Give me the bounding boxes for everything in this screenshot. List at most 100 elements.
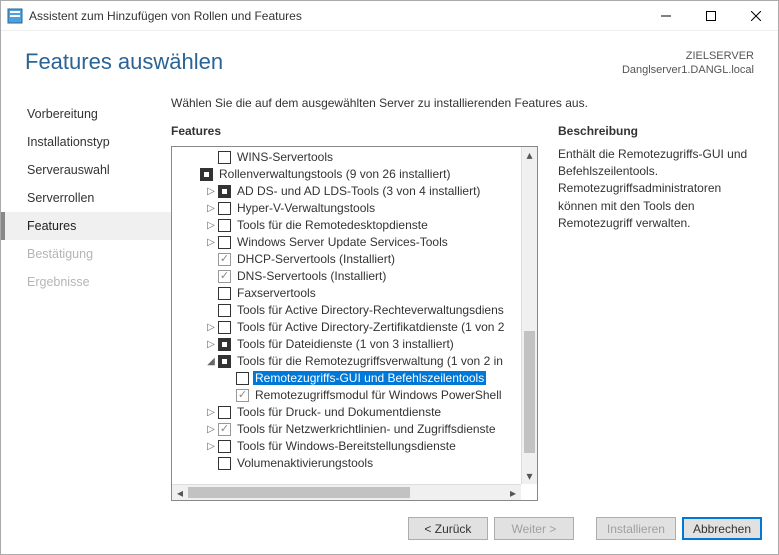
checkbox[interactable] <box>218 287 231 300</box>
tree-row[interactable]: ▷ Windows Server Update Services-Tools <box>176 234 521 251</box>
tree-label[interactable]: Tools für Active Directory-Rechteverwalt… <box>235 303 506 317</box>
nav-item-serverauswahl[interactable]: Serverauswahl <box>1 156 171 184</box>
chevron-right-icon[interactable]: ▷ <box>204 441 218 452</box>
checkbox[interactable] <box>218 219 231 232</box>
tree-row[interactable]: ◢ Tools für die Remotezugriffsverwaltung … <box>176 353 521 370</box>
features-tree-box: WINS-Servertools Rollenverwaltungstools (… <box>171 146 538 501</box>
back-button[interactable]: < Zurück <box>408 517 488 540</box>
target-server-label: ZIELSERVER <box>622 49 754 63</box>
tree-label[interactable]: Tools für Windows-Bereitstellungsdienste <box>235 439 458 453</box>
maximize-button[interactable] <box>688 1 733 30</box>
tree-label[interactable]: Remotezugriffsmodul für Windows PowerShe… <box>253 388 504 402</box>
tree-row[interactable]: ▷ Tools für die Remotedesktopdienste <box>176 217 521 234</box>
scroll-left-button[interactable]: ◂ <box>172 485 188 500</box>
scroll-thumb[interactable] <box>524 331 535 453</box>
tree-row[interactable]: Faxservertools <box>176 285 521 302</box>
checkbox[interactable] <box>218 151 231 164</box>
tree-row[interactable]: ▷ Tools für Dateidienste (1 von 3 install… <box>176 336 521 353</box>
minimize-button[interactable] <box>643 1 688 30</box>
tree-row[interactable]: ▷ AD DS- und AD LDS-Tools (3 von 4 instal… <box>176 183 521 200</box>
chevron-down-icon[interactable]: ◢ <box>204 356 218 367</box>
nav-item-installationstyp[interactable]: Installationstyp <box>1 128 171 156</box>
hscroll-thumb[interactable] <box>188 487 410 498</box>
checkbox[interactable] <box>236 372 249 385</box>
nav-item-ergebnisse: Ergebnisse <box>1 268 171 296</box>
tree-label[interactable]: DHCP-Servertools (Installiert) <box>235 252 397 266</box>
tree-label[interactable]: Windows Server Update Services-Tools <box>235 235 450 249</box>
checkbox[interactable] <box>218 355 231 368</box>
tree-row[interactable]: Volumenaktivierungstools <box>176 455 521 472</box>
tree-label[interactable]: Tools für die Remotezugriffsverwaltung (… <box>235 354 505 368</box>
checkbox[interactable] <box>218 338 231 351</box>
checkbox[interactable] <box>200 168 213 181</box>
chevron-right-icon[interactable]: ▷ <box>204 220 218 231</box>
tree-label[interactable]: Rollenverwaltungstools (9 von 26 install… <box>217 167 452 181</box>
tree-label[interactable]: AD DS- und AD LDS-Tools (3 von 4 install… <box>235 184 482 198</box>
scroll-track[interactable] <box>522 163 537 468</box>
tree-label[interactable]: Tools für Druck- und Dokumentdienste <box>235 405 443 419</box>
cancel-button[interactable]: Abbrechen <box>682 517 762 540</box>
features-tree[interactable]: WINS-Servertools Rollenverwaltungstools (… <box>172 147 521 484</box>
close-button[interactable] <box>733 1 778 30</box>
chevron-right-icon[interactable]: ▷ <box>204 407 218 418</box>
header: Features auswählen ZIELSERVER Danglserve… <box>1 31 778 84</box>
body: VorbereitungInstallationstypServerauswah… <box>1 84 778 505</box>
tree-row[interactable]: WINS-Servertools <box>176 149 521 166</box>
tree-row[interactable]: Tools für Active Directory-Rechteverwalt… <box>176 302 521 319</box>
checkbox[interactable] <box>218 270 231 283</box>
horizontal-scrollbar[interactable]: ◂ ▸ <box>172 484 521 500</box>
chevron-right-icon[interactable]: ▷ <box>204 237 218 248</box>
checkbox[interactable] <box>236 389 249 402</box>
tree-row[interactable]: ▷ Tools für Netzwerkrichtlinien- und Zugr… <box>176 421 521 438</box>
wizard-nav: VorbereitungInstallationstypServerauswah… <box>1 94 171 501</box>
nav-item-serverrollen[interactable]: Serverrollen <box>1 184 171 212</box>
tree-label[interactable]: Remotezugriffs-GUI und Befehlszeilentool… <box>253 371 486 385</box>
chevron-right-icon[interactable]: ▷ <box>204 424 218 435</box>
scroll-right-button[interactable]: ▸ <box>505 485 521 500</box>
chevron-right-icon[interactable]: ▷ <box>204 322 218 333</box>
tree-label[interactable]: Hyper-V-Verwaltungstools <box>235 201 377 215</box>
tree-row[interactable]: Rollenverwaltungstools (9 von 26 install… <box>176 166 521 183</box>
checkbox[interactable] <box>218 440 231 453</box>
checkbox[interactable] <box>218 423 231 436</box>
tree-label[interactable]: Faxservertools <box>235 286 318 300</box>
target-server-info: ZIELSERVER Danglserver1.DANGL.local <box>622 49 754 78</box>
tree-label[interactable]: Tools für Netzwerkrichtlinien- und Zugri… <box>235 422 498 436</box>
tree-row[interactable]: DHCP-Servertools (Installiert) <box>176 251 521 268</box>
chevron-right-icon[interactable]: ▷ <box>204 186 218 197</box>
chevron-right-icon[interactable]: ▷ <box>204 339 218 350</box>
checkbox[interactable] <box>218 321 231 334</box>
tree-row[interactable]: DNS-Servertools (Installiert) <box>176 268 521 285</box>
tree-row[interactable]: Remotezugriffs-GUI und Befehlszeilentool… <box>176 370 521 387</box>
tree-label[interactable]: Volumenaktivierungstools <box>235 456 375 470</box>
hscroll-track[interactable] <box>188 485 505 500</box>
tree-row[interactable]: Remotezugriffsmodul für Windows PowerShe… <box>176 387 521 404</box>
checkbox[interactable] <box>218 457 231 470</box>
tree-label[interactable]: Tools für Active Directory-Zertifikatdie… <box>235 320 506 334</box>
tree-label[interactable]: Tools für die Remotedesktopdienste <box>235 218 430 232</box>
checkbox[interactable] <box>218 253 231 266</box>
tree-row[interactable]: ▷ Tools für Active Directory-Zertifikatdi… <box>176 319 521 336</box>
checkbox[interactable] <box>218 406 231 419</box>
next-button[interactable]: Weiter > <box>494 517 574 540</box>
scroll-down-button[interactable]: ▾ <box>522 468 537 484</box>
tree-label[interactable]: Tools für Dateidienste (1 von 3 installi… <box>235 337 456 351</box>
tree-label[interactable]: DNS-Servertools (Installiert) <box>235 269 388 283</box>
checkbox[interactable] <box>218 304 231 317</box>
nav-item-bestätigung: Bestätigung <box>1 240 171 268</box>
tree-label[interactable]: WINS-Servertools <box>235 150 335 164</box>
spacer <box>580 517 590 540</box>
install-button[interactable]: Installieren <box>596 517 676 540</box>
tree-row[interactable]: ▷ Hyper-V-Verwaltungstools <box>176 200 521 217</box>
tree-row[interactable]: ▷ Tools für Druck- und Dokumentdienste <box>176 404 521 421</box>
scroll-up-button[interactable]: ▴ <box>522 147 537 163</box>
window-title: Assistent zum Hinzufügen von Rollen und … <box>29 9 643 23</box>
vertical-scrollbar[interactable]: ▴ ▾ <box>521 147 537 484</box>
chevron-right-icon[interactable]: ▷ <box>204 203 218 214</box>
checkbox[interactable] <box>218 202 231 215</box>
nav-item-features[interactable]: Features <box>1 212 171 240</box>
checkbox[interactable] <box>218 185 231 198</box>
tree-row[interactable]: ▷ Tools für Windows-Bereitstellungsdienst… <box>176 438 521 455</box>
nav-item-vorbereitung[interactable]: Vorbereitung <box>1 100 171 128</box>
checkbox[interactable] <box>218 236 231 249</box>
